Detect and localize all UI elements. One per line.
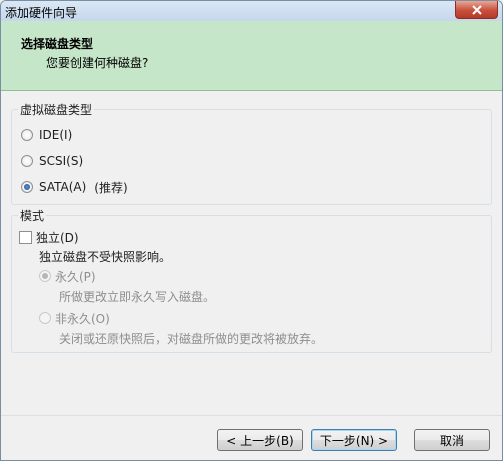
wizard-header: 选择磁盘类型 您要创建何种磁盘? — [1, 21, 502, 91]
radio-persistent[interactable]: 永久(P) — [39, 267, 96, 285]
mode-legend: 模式 — [18, 207, 47, 224]
close-button[interactable] — [455, 1, 498, 19]
disk-type-legend: 虚拟磁盘类型 — [18, 101, 95, 118]
close-icon — [472, 5, 482, 15]
button-separator — [1, 415, 502, 416]
recommended-note: (推荐) — [94, 180, 128, 195]
radio-scsi[interactable]: SCSI(S) — [21, 152, 83, 170]
radio-scsi-label: SCSI(S) — [39, 154, 84, 168]
radio-nonpersistent-label: 非永久(O) — [55, 311, 110, 326]
nonpersistent-description: 关闭或还原快照后，对磁盘所做的更改将被放弃。 — [59, 332, 324, 346]
radio-ide-label: IDE(I) — [39, 128, 73, 142]
page-title: 选择磁盘类型 — [21, 37, 94, 51]
radio-persistent-circle[interactable] — [39, 270, 51, 282]
radio-ide[interactable]: IDE(I) — [21, 126, 72, 144]
radio-nonpersistent[interactable]: 非永久(O) — [39, 309, 110, 327]
persistent-description: 所做更改立即永久写入磁盘。 — [59, 290, 216, 304]
radio-persistent-label: 永久(P) — [55, 269, 96, 284]
independent-description: 独立磁盘不受快照影响。 — [39, 250, 172, 264]
independent-label: 独立(D) — [36, 230, 79, 245]
independent-checkbox[interactable] — [19, 230, 32, 244]
title-bar[interactable]: 添加硬件向导 — [1, 1, 502, 21]
radio-sata-label: SATA(A) — [39, 180, 87, 194]
radio-nonpersistent-circle[interactable] — [39, 312, 51, 324]
page-subtitle: 您要创建何种磁盘? — [46, 56, 149, 70]
window-title: 添加硬件向导 — [5, 6, 78, 20]
add-hardware-wizard-window: 添加硬件向导 选择磁盘类型 您要创建何种磁盘? 虚拟磁盘类型 IDE(I) SC… — [0, 0, 503, 461]
radio-ide-circle[interactable] — [21, 129, 33, 141]
radio-sata[interactable]: SATA(A) (推荐) — [21, 178, 128, 196]
back-button[interactable]: < 上一步(B) — [217, 429, 303, 451]
radio-scsi-circle[interactable] — [21, 155, 33, 167]
next-button[interactable]: 下一步(N) > — [311, 429, 397, 451]
radio-sata-circle[interactable] — [21, 181, 33, 193]
independent-checkbox-row[interactable]: 独立(D) — [19, 228, 79, 246]
cancel-button[interactable]: 取消 — [414, 429, 490, 451]
